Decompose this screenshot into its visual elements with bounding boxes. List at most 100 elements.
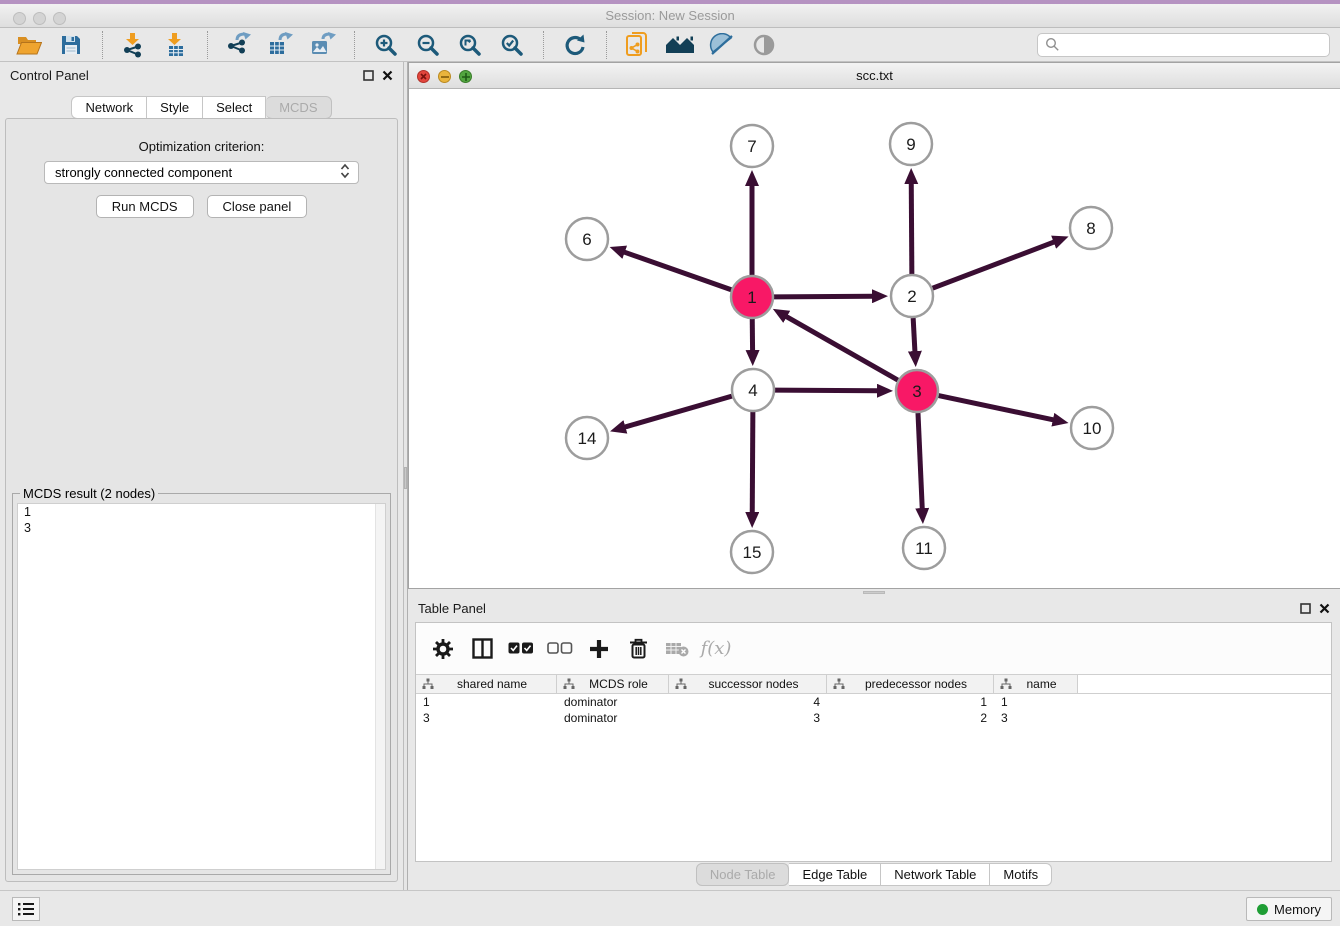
tab-mcds[interactable]: MCDS <box>266 96 331 119</box>
network-maximize-button[interactable] <box>459 70 472 83</box>
tab-network-table[interactable]: Network Table <box>881 863 990 886</box>
refresh-button[interactable] <box>557 30 593 60</box>
control-panel-tabs: NetworkStyleSelectMCDS <box>0 96 403 119</box>
node-2[interactable]: 2 <box>891 275 933 317</box>
minimize-window-button[interactable] <box>33 12 46 25</box>
node-11[interactable]: 11 <box>903 527 945 569</box>
table-cell[interactable]: 1 <box>994 694 1078 710</box>
export-image-button[interactable] <box>305 30 341 60</box>
edge-4-14[interactable] <box>624 396 731 427</box>
memory-status-icon <box>1257 904 1268 915</box>
tab-network[interactable]: Network <box>71 96 147 119</box>
table-cell[interactable]: 3 <box>994 710 1078 726</box>
edge-1-6[interactable] <box>624 252 731 290</box>
column-header-predecessor-nodes[interactable]: predecessor nodes <box>827 675 994 693</box>
table-cell[interactable]: 2 <box>827 710 994 726</box>
edge-3-10[interactable] <box>939 396 1054 420</box>
tab-edge-table[interactable]: Edge Table <box>789 863 881 886</box>
run-mcds-button[interactable]: Run MCDS <box>96 195 194 218</box>
zoom-selected-button[interactable] <box>494 30 530 60</box>
edge-2-3[interactable] <box>913 318 915 352</box>
node-8[interactable]: 8 <box>1070 207 1112 249</box>
network-window-titlebar: scc.txt <box>409 63 1340 89</box>
node-14[interactable]: 14 <box>566 417 608 459</box>
zoom-in-button[interactable] <box>368 30 404 60</box>
node-3[interactable]: 3 <box>896 370 938 412</box>
table-cell[interactable]: 4 <box>669 694 827 710</box>
memory-button[interactable]: Memory <box>1246 897 1332 921</box>
node-4[interactable]: 4 <box>732 369 774 411</box>
search-input[interactable] <box>1060 35 1329 55</box>
network-canvas[interactable]: 1 2 3 4 6 7 8 9 10 11 14 15 <box>409 89 1340 588</box>
function-builder-button[interactable]: f(x) <box>701 634 731 664</box>
close-panel-icon[interactable] <box>1319 603 1330 614</box>
table-panel: Table Panel <box>408 595 1340 890</box>
svg-text:4: 4 <box>748 381 757 400</box>
float-panel-icon[interactable] <box>1300 603 1311 614</box>
network-minimize-button[interactable] <box>438 70 451 83</box>
float-panel-icon[interactable] <box>363 70 374 81</box>
edge-3-11[interactable] <box>918 413 922 509</box>
delete-table-button[interactable] <box>662 634 692 664</box>
edge-4-15[interactable] <box>752 412 753 513</box>
tab-motifs[interactable]: Motifs <box>990 863 1052 886</box>
node-1[interactable]: 1 <box>731 276 773 318</box>
table-cell[interactable]: 3 <box>416 710 557 726</box>
zoom-out-button[interactable] <box>410 30 446 60</box>
table-cell[interactable]: 3 <box>669 710 827 726</box>
close-panel-button[interactable]: Close panel <box>207 195 308 218</box>
table-row[interactable]: 3dominator323 <box>416 710 1331 726</box>
optimization-dropdown[interactable]: strongly connected component <box>44 161 359 184</box>
select-all-button[interactable] <box>506 634 536 664</box>
zoom-window-button[interactable] <box>53 12 66 25</box>
node-10[interactable]: 10 <box>1071 407 1113 449</box>
delete-column-button[interactable] <box>623 634 653 664</box>
table-cell[interactable]: 1 <box>416 694 557 710</box>
tab-select[interactable]: Select <box>203 96 266 119</box>
open-session-button[interactable] <box>11 30 47 60</box>
splitter-grip[interactable] <box>863 591 885 594</box>
trash-icon <box>629 638 648 659</box>
node-7[interactable]: 7 <box>731 125 773 167</box>
edge-3-1[interactable] <box>786 316 898 380</box>
column-header-mcds-role[interactable]: MCDS role <box>557 675 669 693</box>
close-window-button[interactable] <box>13 12 26 25</box>
show-hide-button[interactable] <box>746 30 782 60</box>
show-column-button[interactable] <box>467 634 497 664</box>
home-button[interactable] <box>662 30 698 60</box>
table-cell[interactable]: 1 <box>827 694 994 710</box>
save-session-button[interactable] <box>53 30 89 60</box>
import-table-button[interactable] <box>158 30 194 60</box>
deselect-all-button[interactable] <box>545 634 575 664</box>
maximize-glyph-icon <box>462 73 470 81</box>
tab-style[interactable]: Style <box>147 96 203 119</box>
table-options-button[interactable] <box>428 634 458 664</box>
network-close-button[interactable] <box>417 70 430 83</box>
mcds-result-list[interactable]: 13 <box>17 503 386 870</box>
create-column-button[interactable] <box>584 634 614 664</box>
close-panel-icon[interactable] <box>382 70 393 81</box>
toolbar-separator <box>102 31 103 59</box>
export-table-button[interactable] <box>263 30 299 60</box>
column-header-shared-name[interactable]: shared name <box>416 675 557 693</box>
task-history-button[interactable] <box>12 897 40 921</box>
zoom-fit-button[interactable] <box>452 30 488 60</box>
node-9[interactable]: 9 <box>890 123 932 165</box>
edge-4-3[interactable] <box>775 390 878 391</box>
tab-node-table[interactable]: Node Table <box>696 863 790 886</box>
edge-1-2[interactable] <box>774 296 873 297</box>
table-cell[interactable]: dominator <box>557 710 669 726</box>
table-row[interactable]: 1dominator411 <box>416 694 1331 710</box>
edge-2-9[interactable] <box>911 183 912 274</box>
export-network-button[interactable] <box>221 30 257 60</box>
column-header-successor-nodes[interactable]: successor nodes <box>669 675 827 693</box>
splitter-grip[interactable] <box>404 467 407 489</box>
node-15[interactable]: 15 <box>731 531 773 573</box>
import-network-button[interactable] <box>116 30 152 60</box>
vizmapper-button[interactable] <box>704 30 740 60</box>
column-header-name[interactable]: name <box>994 675 1078 693</box>
new-network-button[interactable] <box>620 30 656 60</box>
table-cell[interactable]: dominator <box>557 694 669 710</box>
node-6[interactable]: 6 <box>566 218 608 260</box>
edge-2-8[interactable] <box>933 242 1055 288</box>
